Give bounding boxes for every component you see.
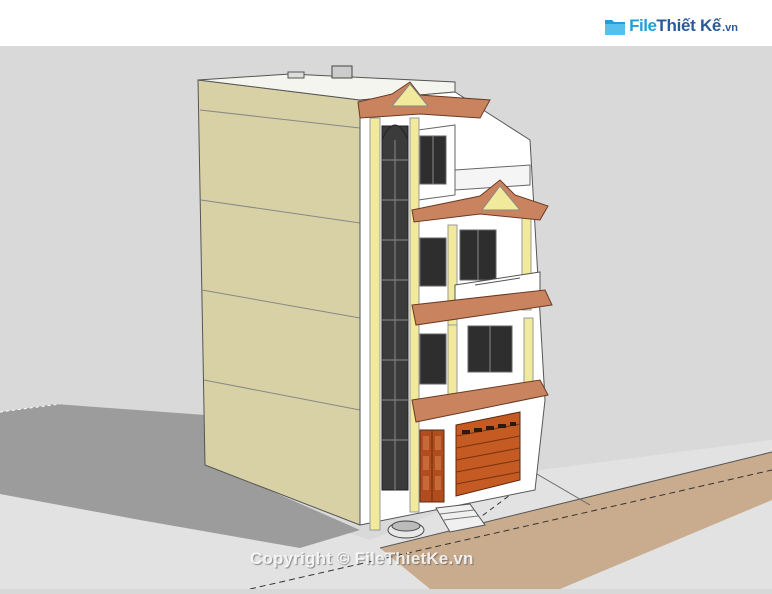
water-tank — [331, 65, 353, 79]
column-left — [369, 117, 381, 531]
house-model-render — [0, 0, 772, 590]
sketchup-viewport — [0, 0, 772, 590]
copyright-watermark: Copyright © FileThietKe.vn — [250, 549, 474, 568]
folder-icon — [605, 20, 626, 35]
window-2nd-left — [419, 333, 447, 385]
logo-text-file: File — [629, 16, 657, 35]
window-3rd-left — [419, 237, 447, 287]
logo-text-tld: .vn — [722, 22, 738, 34]
side-wall — [197, 79, 361, 526]
logo-text-thietke: Thiết Kế — [656, 16, 722, 35]
header-bar: File Thiết Kế .vn — [0, 0, 772, 46]
site-logo[interactable]: File Thiết Kế .vn — [604, 14, 738, 38]
